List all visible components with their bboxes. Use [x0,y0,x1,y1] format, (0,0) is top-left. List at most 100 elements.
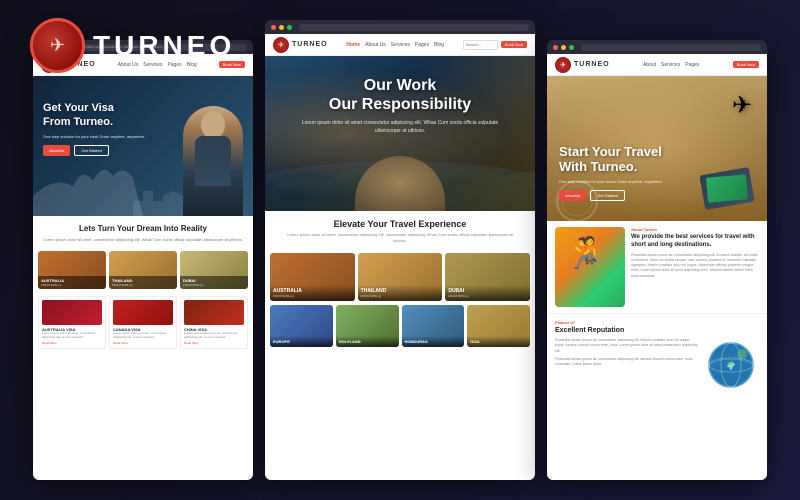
close-dot-r [553,45,558,50]
right-nav: ✈ TURNEO About Services Pages Book Now [547,54,767,76]
right-panel: ✈ TURNEO About Services Pages Book Now ✈ [547,40,767,480]
center-nav-about[interactable]: About Us [365,42,386,48]
center-book-btn[interactable]: Book Now [501,41,527,48]
center-nav-home[interactable]: Home [346,42,360,48]
visa-item-0: AUSTRALIA VISA Lorem ipsum dolor sit ame… [38,296,106,349]
right-rep-content: Phasellus dictum ipsum tia, consectetur … [555,338,759,393]
dest-price: FROM $599 pp [183,283,245,287]
rep-badge: Feature 07 [555,320,759,325]
svg-text:🌍: 🌍 [726,361,736,371]
right-hero-subtext: One step solution for your travel Order … [559,179,663,184]
center-card-europe[interactable]: EUROPE [270,305,333,347]
right-about-image: 🧍 [555,227,625,307]
visa-item-1: CANADA VISA Lorem ipsum dolor sit amet, … [109,296,177,349]
dest-card-0[interactable]: AUSTRALIA FROM $499 pp [38,251,106,289]
center-hero: Our Work Our Responsibility Lorem ipsum … [265,56,535,211]
center-card-giza[interactable]: GIZA [467,305,530,347]
right-nav-brand: TURNEO [574,61,610,68]
right-nav-services[interactable]: Services [661,62,680,68]
center-nav-blog[interactable]: Blog [434,42,444,48]
right-nav-about[interactable]: About [643,62,656,68]
dest-price: FROM $399 pp [112,283,174,287]
left-hero-subtext: One step solution for your visa! Order a… [43,134,145,139]
right-hero-btn-primary[interactable]: AboutUs [559,190,586,201]
hero-person [183,106,243,216]
right-hero-btn-secondary[interactable]: Get Started [590,190,624,201]
left-destinations: AUSTRALIA FROM $499 pp THAILAND FROM $39… [33,248,253,292]
visa-item-2: CHINA VISA Lorem ipsum dolor sit amet, c… [180,296,248,349]
hero-hands [355,156,445,211]
right-rep-texts: Phasellus dictum ipsum tia, consectetur … [555,338,698,393]
right-nav-logo: ✈ TURNEO [555,57,610,73]
center-hero-subtext: Lorem ipsum dolor sit amet consectetur a… [290,120,510,135]
center-elevate-desc: Lorem ipsum dolor sit amet, consectetur … [280,232,520,244]
center-card-thailand[interactable]: THAILAND FROM $399 pp [358,253,443,301]
right-logo-icon: ✈ [555,57,571,73]
center-search-input[interactable] [463,40,498,50]
center-panel: ✈ TURNEO Home About Us Services Pages Bl… [265,20,535,480]
left-visa-section: AUSTRALIA VISA Lorem ipsum dolor sit ame… [33,292,253,353]
center-card-australia[interactable]: AUSTRALIA FROM $499 pp [270,253,355,301]
stage: TURNEO 16 SILVER PRO | some@domain.com |… [0,0,800,500]
minimize-dot-c [279,25,284,30]
left-visa-grid: AUSTRALIA VISA Lorem ipsum dolor sit ame… [38,296,248,349]
right-hero-btns: AboutUs Get Started [559,190,663,201]
center-card-name-giza: GIZA [470,339,527,344]
left-hero-headline: Get Your Visa From Turneo. [43,101,145,130]
left-hero-btns: AboutUs Get Started [43,145,145,156]
dest-card-2[interactable]: DUBAI FROM $599 pp [180,251,248,289]
center-elevate: Elevate Your Travel Experience Lorem ips… [265,211,535,249]
visa-link-0[interactable]: Read More [42,341,102,345]
visa-img-0 [42,300,102,325]
center-card-overlay: AUSTRALIA FROM $499 pp [270,285,355,301]
center-card-honduras[interactable]: HONDURAS [402,305,465,347]
center-nav-right: Book Now [463,40,527,50]
browser-content-left: ✈ TURNEO About Us Services Pages Blog Bo… [33,54,253,480]
right-nav-pages[interactable]: Pages [685,62,699,68]
browser-content-center: ✈ TURNEO Home About Us Services Pages Bl… [265,34,535,480]
center-card-overlay-europe: EUROPE [270,336,333,347]
left-hero: Get Your Visa From Turneo. One step solu… [33,76,253,216]
visa-link-1[interactable]: Read More [113,341,173,345]
about-person-icon: 🧍 [574,235,606,266]
left-hero-btn-primary[interactable]: AboutUs [43,145,70,156]
center-card-overlay-dubai: DUBAI FROM $599 pp [445,285,530,301]
about-img-bg [555,227,625,307]
address-bar-center[interactable] [299,24,529,31]
center-card-overlay-giza: GIZA [467,336,530,347]
right-about-badge: About Turneo [631,227,759,232]
right-rep-desc: Phasellus dictum ipsum tia, consectetur … [555,338,698,354]
center-card-holyland[interactable]: HOLYLAND [336,305,399,347]
visa-link-2[interactable]: Read More [184,341,244,345]
dest-overlay: AUSTRALIA FROM $499 pp [38,276,106,289]
left-hero-text: Get Your Visa From Turneo. One step solu… [43,101,145,156]
right-rep-desc2: Phasellus dictum ipsum tia, consectetur … [555,357,698,368]
center-elevate-title: Elevate Your Travel Experience [280,219,520,229]
address-bar-right[interactable] [581,44,761,51]
close-dot-c [271,25,276,30]
center-nav-pages[interactable]: Pages [415,42,429,48]
visa-desc-0: Lorem ipsum dolor sit amet, consectetur … [42,332,102,340]
minimize-dot-r [561,45,566,50]
right-book-btn[interactable]: Book Now [733,61,759,68]
center-card-overlay-holy: HOLYLAND [336,336,399,347]
center-grid-row2: EUROPE HOLYLAND HONDURAS [265,305,535,351]
center-nav-logo: ✈ TURNEO [273,37,328,53]
main-logo-area: TURNEO [30,18,235,73]
center-logo-icon: ✈ [273,37,289,53]
dest-card-1[interactable]: THAILAND FROM $399 pp [109,251,177,289]
center-card-name-hon: HONDURAS [405,339,462,344]
center-card-dubai[interactable]: DUBAI FROM $599 pp [445,253,530,301]
money-icon [706,174,748,202]
dest-price: FROM $499 pp [41,283,103,287]
hero-items [692,171,752,211]
center-card-sub-thai: FROM $399 pp [361,294,440,298]
browser-bar-center [265,20,535,34]
right-about-section: 🧍 About Turneo We provide the best servi… [547,221,767,313]
visa-img-1 [113,300,173,325]
brand-name: TURNEO [93,30,235,62]
center-nav-services[interactable]: Services [391,42,410,48]
left-hero-btn-secondary[interactable]: Get Started [74,145,108,156]
right-rep-globe: 🌍 [704,338,759,393]
visa-desc-2: Lorem ipsum dolor sit amet, consectetur … [184,332,244,340]
